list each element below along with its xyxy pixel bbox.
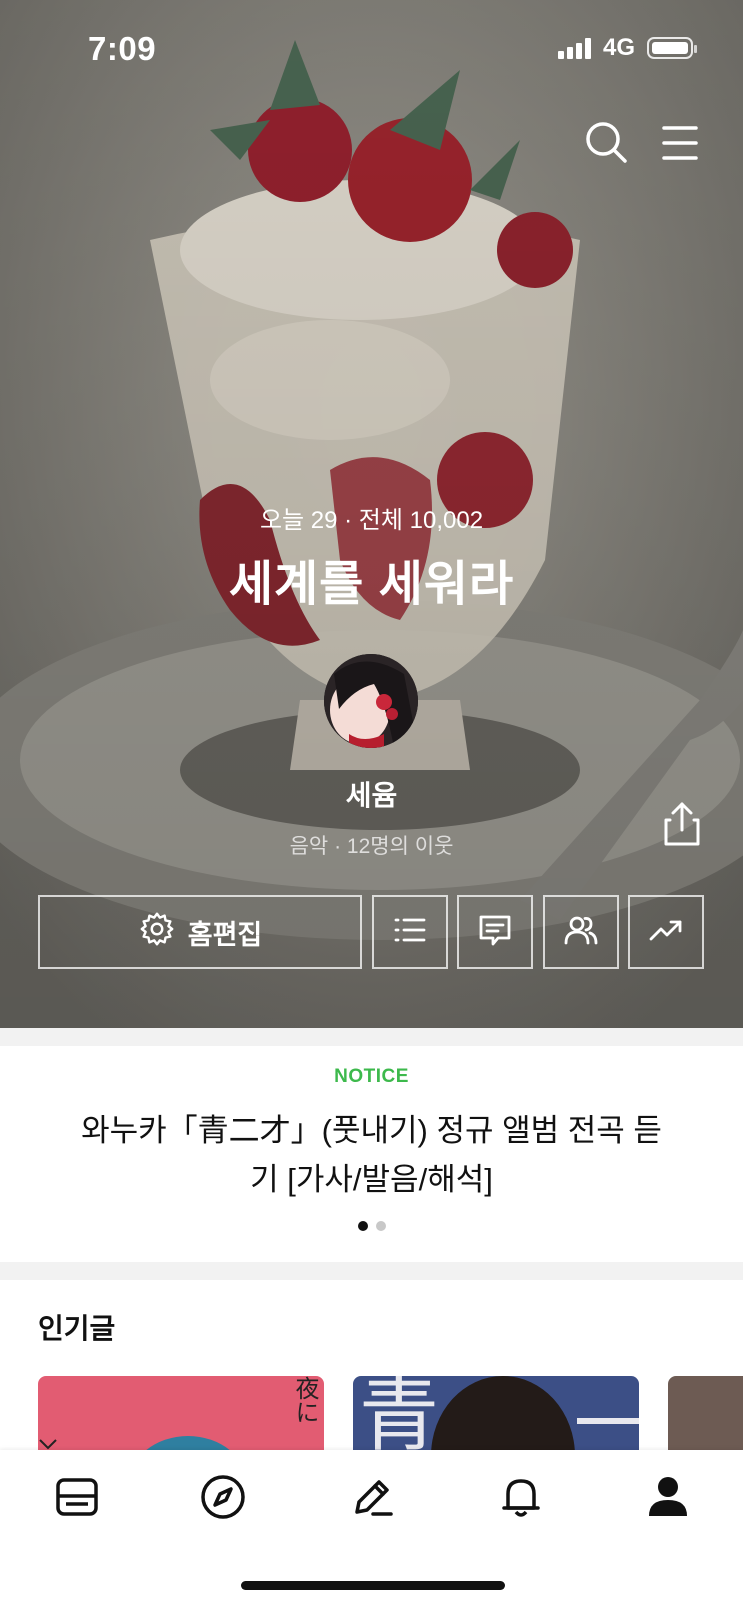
card-kanji: 青 [359,1376,439,1450]
notice-pagination [0,1221,743,1231]
search-icon[interactable] [582,118,632,168]
notice-tag: NOTICE [334,1066,409,1087]
post-list-button[interactable] [372,895,448,969]
status-time: 7:09 [88,30,157,67]
bell-icon[interactable] [496,1472,546,1522]
gear-icon [138,910,176,955]
network-label: 4G [602,34,635,61]
chat-bubble-icon [476,911,514,954]
trend-icon [647,911,685,954]
guestbook-button[interactable] [457,895,533,969]
home-indicator [241,1581,505,1590]
share-icon[interactable] [660,800,704,848]
blog-title[interactable]: 세계를 세워라 [0,544,743,614]
popular-section: 인기글 夜に 青 [0,1280,743,1450]
notice-title[interactable]: 와누카「青二才」(풋내기) 정규 앨범 전곡 듣기 [가사/발음/해석] [70,1106,673,1204]
notice-banner[interactable]: NOTICE 와누카「青二才」(풋내기) 정규 앨범 전곡 듣기 [가사/발음/… [0,1046,743,1262]
signal-icon [557,37,591,59]
popular-heading: 인기글 [38,1313,116,1344]
page-dot-active [357,1221,368,1231]
list-icon [391,911,429,954]
popular-post-thumbnail [39,1436,230,1450]
neighbors-button[interactable] [543,895,619,969]
popular-post-card[interactable] [668,1376,743,1450]
avatar[interactable] [324,654,418,748]
home-edit-label: 홈편집 [187,919,263,950]
visitor-stats: 오늘 29 · 전체 10,002 [259,507,484,534]
popular-post-card[interactable]: 青 [353,1376,639,1450]
menu-icon[interactable] [655,118,705,168]
people-icon [562,911,600,954]
battery-icon [647,37,697,59]
person-icon[interactable] [643,1472,693,1522]
page-dot [375,1221,386,1231]
pencil-icon[interactable] [347,1472,397,1522]
feed-icon[interactable] [52,1472,102,1522]
compass-icon[interactable] [198,1472,248,1522]
status-bar: 7:09 4G [0,0,743,100]
blog-meta: 음악 · 12명의 이웃 [289,835,454,858]
status-right: 4G [557,34,697,62]
popular-post-card[interactable]: 夜に [38,1376,324,1450]
card-vertical-text: 夜に [291,1376,319,1424]
statistics-button[interactable] [628,895,704,969]
home-edit-button[interactable]: 홈편집 [38,895,362,969]
blogger-nickname[interactable]: 세윰 [0,774,743,814]
